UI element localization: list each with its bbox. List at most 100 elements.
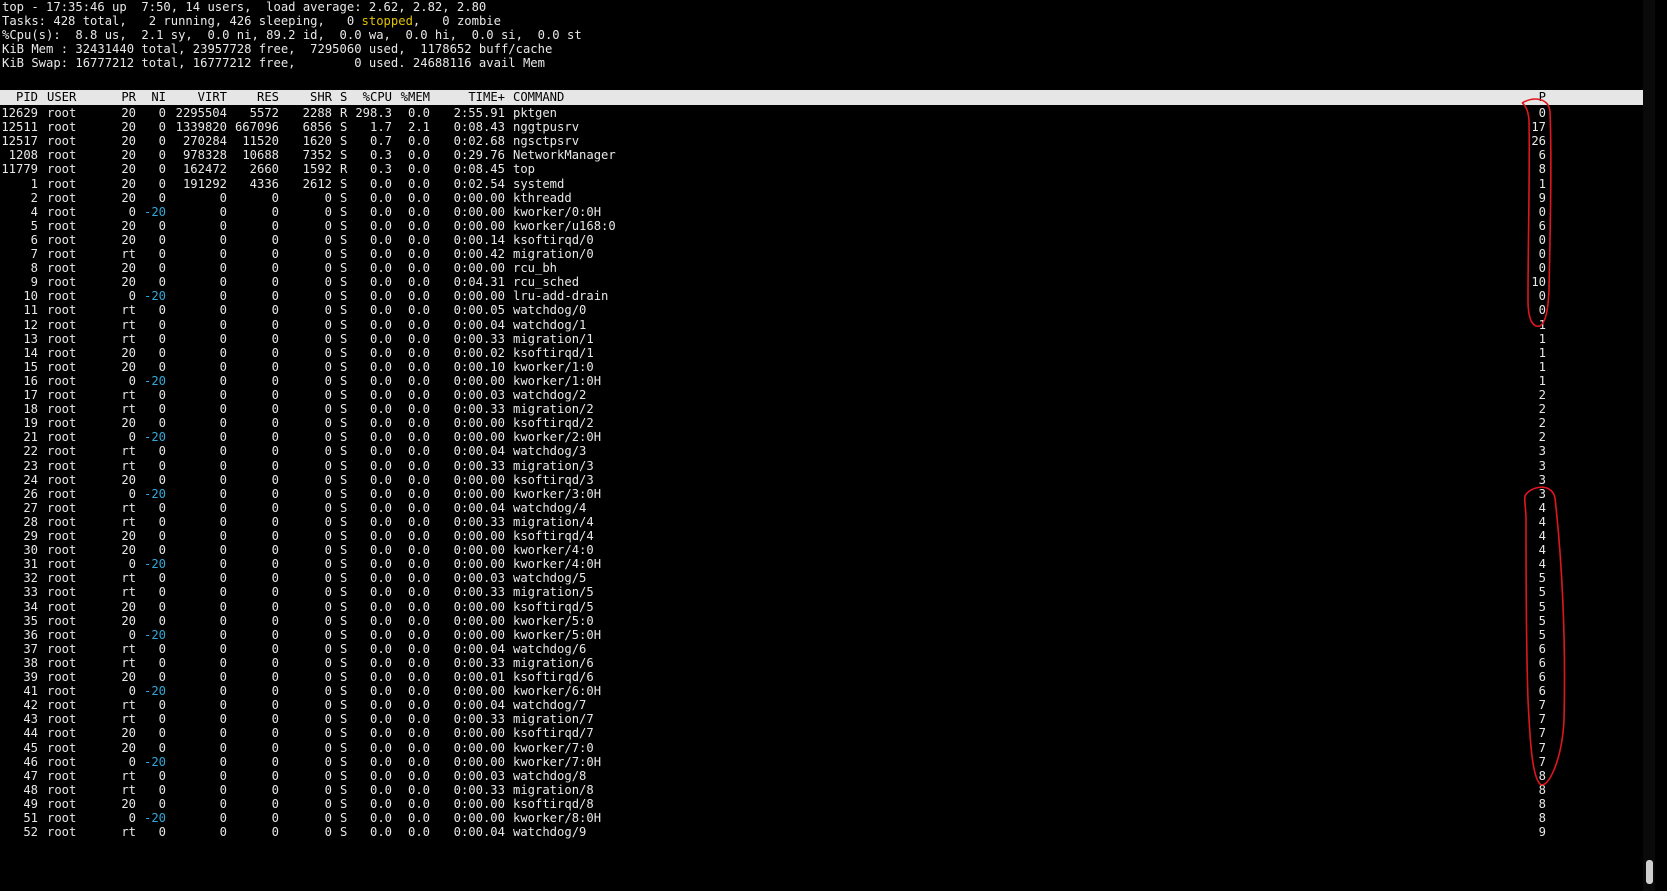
process-row[interactable]: 1 root 20 0 191292 4336 2612 S 0.0 0.0 0:02.54 syst… xyxy=(0,177,1655,192)
process-row[interactable]: 49 root 20 0 0 0 0 S 0.0 0.0 0:00.00 ksoftirqd/8 8 xyxy=(0,797,1655,812)
process-row[interactable]: 43 root rt 0 0 0 0 S 0.0 0.0 0:00.33 migration/7 7 xyxy=(0,712,1655,727)
process-row[interactable]: 23 root rt 0 0 0 0 S 0.0 0.0 0:00.33 migration/3 3 xyxy=(0,459,1655,474)
process-row[interactable]: 47 root rt 0 0 0 0 S 0.0 0.0 0:00.03 watchdog/8 8 xyxy=(0,769,1655,784)
cell-user: root xyxy=(47,543,77,558)
process-row[interactable]: 12517 root 20 0 270284 11520 1620 S 0.7 0.0 0:02.6… xyxy=(0,134,1655,149)
process-row[interactable]: 29 root 20 0 0 0 0 S 0.0 0.0 0:00.00 ksoftirqd/4 4 xyxy=(0,529,1655,544)
cell-cpu: 0.0 xyxy=(369,825,392,840)
process-row[interactable]: 42 root rt 0 0 0 0 S 0.0 0.0 0:00.04 watchdog/7 7 xyxy=(0,698,1655,713)
process-row[interactable]: 5 root 20 0 0 0 0 S 0.0 0.0 0:00.00 kworker/u168:0 6 xyxy=(0,219,1655,234)
process-row[interactable]: 27 root rt 0 0 0 0 S 0.0 0.0 0:00.04 watchdog/4 4 xyxy=(0,501,1655,516)
cell-processor: 7 xyxy=(1538,754,1546,769)
process-row[interactable]: 12629 root 20 0 2295504 5572 2288 R 298.3 0.0 2:55… xyxy=(0,106,1655,121)
process-row[interactable]: 12 root rt 0 0 0 0 S 0.0 0.0 0:00.04 watchdog/1 1 xyxy=(0,318,1655,333)
process-row[interactable]: 7 root rt 0 0 0 0 S 0.0 0.0 0:00.42 migration/0 0 xyxy=(0,247,1655,262)
cell-res: 0 xyxy=(271,627,279,642)
process-row[interactable]: 24 root 20 0 0 0 0 S 0.0 0.0 0:00.00 ksoftirqd/3 3 xyxy=(0,473,1655,488)
process-row[interactable]: 12511 root 20 0 1339820 667096 6856 S 1.7 2.1 0:08… xyxy=(0,120,1655,135)
process-row[interactable]: 51 root 0 -20 0 0 0 S 0.0 0.0 0:00.00 kworker/8:0H 8 xyxy=(0,811,1655,826)
cell-state: S xyxy=(340,430,348,445)
process-row[interactable]: 34 root 20 0 0 0 0 S 0.0 0.0 0:00.00 ksoftirqd/5 5 xyxy=(0,600,1655,615)
column-header-user[interactable]: USER xyxy=(47,90,76,105)
cell-pid: 24 xyxy=(23,472,38,487)
cell-pid: 47 xyxy=(23,768,38,783)
process-row[interactable]: 16 root 0 -20 0 0 0 S 0.0 0.0 0:00.00 kworker/1:0H 1 xyxy=(0,374,1655,389)
process-row[interactable]: 17 root rt 0 0 0 0 S 0.0 0.0 0:00.03 watchdog/2 2 xyxy=(0,388,1655,403)
process-row[interactable]: 37 root rt 0 0 0 0 S 0.0 0.0 0:00.04 watchdog/6 6 xyxy=(0,642,1655,657)
cell-user: root xyxy=(47,599,77,614)
process-row[interactable]: 6 root 20 0 0 0 0 S 0.0 0.0 0:00.14 ksoftirqd/0 0 xyxy=(0,233,1655,248)
terminal-window[interactable]: top - 17:35:46 up 7:50, 14 users, load a… xyxy=(0,0,1655,891)
process-row[interactable]: 13 root rt 0 0 0 0 S 0.0 0.0 0:00.33 migration/1 1 xyxy=(0,332,1655,347)
process-row[interactable]: 48 root rt 0 0 0 0 S 0.0 0.0 0:00.33 migration/8 8 xyxy=(0,783,1655,798)
cell-ni: 0 xyxy=(158,162,166,177)
cell-ni: -20 xyxy=(143,430,166,445)
cell-mem: 0.0 xyxy=(407,148,430,163)
column-header-time[interactable]: TIME+ xyxy=(468,90,505,105)
cell-mem: 0.0 xyxy=(407,458,430,473)
column-header-processor[interactable]: P xyxy=(1539,90,1546,105)
cell-command: rcu_sched xyxy=(513,275,580,290)
column-header-state[interactable]: S xyxy=(340,90,347,105)
cell-time: 0:00.00 xyxy=(453,472,505,487)
scrollbar-thumb[interactable] xyxy=(1646,860,1653,884)
summary-swap-line: KiB Swap: 16777212 total, 16777212 free,… xyxy=(2,56,545,70)
process-row[interactable]: 26 root 0 -20 0 0 0 S 0.0 0.0 0:00.00 kworker/3:0H 3 xyxy=(0,487,1655,502)
cell-ni: 0 xyxy=(158,402,166,417)
column-header-virt[interactable]: VIRT xyxy=(198,90,227,105)
process-row[interactable]: 19 root 20 0 0 0 0 S 0.0 0.0 0:00.00 ksoftirqd/2 2 xyxy=(0,416,1655,431)
cell-command: ksoftirqd/4 xyxy=(513,529,594,543)
cell-time: 0:00.14 xyxy=(453,232,505,247)
process-row[interactable]: 45 root 20 0 0 0 0 S 0.0 0.0 0:00.00 kworker/7:0 7 xyxy=(0,741,1655,756)
column-header-pid[interactable]: PID xyxy=(16,90,38,105)
cell-pid: 17 xyxy=(23,388,38,402)
cell-mem: 0.0 xyxy=(407,331,430,346)
process-row[interactable]: 28 root rt 0 0 0 0 S 0.0 0.0 0:00.33 migration/4 4 xyxy=(0,515,1655,530)
process-row[interactable]: 18 root rt 0 0 0 0 S 0.0 0.0 0:00.33 migration/2 2 xyxy=(0,402,1655,417)
process-row[interactable]: 14 root 20 0 0 0 0 S 0.0 0.0 0:00.02 ksoftirqd/1 1 xyxy=(0,346,1655,361)
cell-cpu: 0.0 xyxy=(369,500,392,515)
column-header-shr[interactable]: SHR xyxy=(310,90,332,105)
cell-virt: 0 xyxy=(219,768,227,783)
cell-time: 0:00.00 xyxy=(453,486,505,501)
process-row[interactable]: 31 root 0 -20 0 0 0 S 0.0 0.0 0:00.00 kworker/4:0H 4 xyxy=(0,557,1655,572)
cell-shr: 1592 xyxy=(302,162,332,177)
process-row[interactable]: 52 root rt 0 0 0 0 S 0.0 0.0 0:00.04 watchdog/9 9 xyxy=(0,825,1655,840)
process-row[interactable]: 39 root 20 0 0 0 0 S 0.0 0.0 0:00.01 ksoftirqd/6 6 xyxy=(0,670,1655,685)
cell-cpu: 0.0 xyxy=(369,514,392,529)
process-row[interactable]: 4 root 0 -20 0 0 0 S 0.0 0.0 0:00.00 kworker/0:0H 0 xyxy=(0,205,1655,220)
process-row[interactable]: 32 root rt 0 0 0 0 S 0.0 0.0 0:00.03 watchdog/5 5 xyxy=(0,571,1655,586)
column-header-mem[interactable]: %MEM xyxy=(401,90,430,105)
cell-processor: 0 xyxy=(1538,303,1546,318)
cell-res: 0 xyxy=(271,655,279,670)
column-header-pr[interactable]: PR xyxy=(121,90,136,105)
cell-processor: 6 xyxy=(1538,148,1546,163)
process-row[interactable]: 36 root 0 -20 0 0 0 S 0.0 0.0 0:00.00 kworker/5:0H 5 xyxy=(0,628,1655,643)
process-row[interactable]: 30 root 20 0 0 0 0 S 0.0 0.0 0:00.00 kworker/4:0 4 xyxy=(0,543,1655,558)
column-header-cpu[interactable]: %CPU xyxy=(363,90,392,105)
process-row[interactable]: 11779 root 20 0 162472 2660 1592 R 0.3 0.0 0:08.45… xyxy=(0,162,1655,177)
process-row[interactable]: 22 root rt 0 0 0 0 S 0.0 0.0 0:00.04 watchdog/3 3 xyxy=(0,444,1655,459)
cell-time: 0:02.68 xyxy=(453,134,505,149)
process-row[interactable]: 11 root rt 0 0 0 0 S 0.0 0.0 0:00.05 watchdog/0 0 xyxy=(0,303,1655,318)
process-row[interactable]: 9 root 20 0 0 0 0 S 0.0 0.0 0:04.31 rcu_sched 10 xyxy=(0,275,1655,290)
process-row[interactable]: 15 root 20 0 0 0 0 S 0.0 0.0 0:00.10 kworker/1:0 1 xyxy=(0,360,1655,375)
column-header-ni[interactable]: NI xyxy=(151,90,166,105)
column-header-res[interactable]: RES xyxy=(257,90,279,105)
cell-res: 0 xyxy=(271,557,279,572)
column-header-command[interactable]: COMMAND xyxy=(513,90,564,105)
process-row[interactable]: 41 root 0 -20 0 0 0 S 0.0 0.0 0:00.00 kworker/6:0H 6 xyxy=(0,684,1655,699)
scrollbar[interactable] xyxy=(1643,0,1655,891)
process-row[interactable]: 33 root rt 0 0 0 0 S 0.0 0.0 0:00.33 migration/5 5 xyxy=(0,585,1655,600)
cell-res: 0 xyxy=(271,345,279,360)
process-row[interactable]: 35 root 20 0 0 0 0 S 0.0 0.0 0:00.00 kworker/5:0 5 xyxy=(0,614,1655,629)
process-row[interactable]: 38 root rt 0 0 0 0 S 0.0 0.0 0:00.33 migration/6 6 xyxy=(0,656,1655,671)
process-row[interactable]: 44 root 20 0 0 0 0 S 0.0 0.0 0:00.00 ksoftirqd/7 7 xyxy=(0,726,1655,741)
process-row[interactable]: 1208 root 20 0 978328 10688 7352 S 0.3 0.0 0:29.76… xyxy=(0,148,1655,163)
cell-pr: 20 xyxy=(121,261,136,276)
process-row[interactable]: 2 root 20 0 0 0 0 S 0.0 0.0 0:00.00 kthreadd 9 xyxy=(0,191,1655,206)
process-row[interactable]: 46 root 0 -20 0 0 0 S 0.0 0.0 0:00.00 kworker/7:0H 7 xyxy=(0,755,1655,770)
process-row[interactable]: 21 root 0 -20 0 0 0 S 0.0 0.0 0:00.00 kworker/2:0H 2 xyxy=(0,430,1655,445)
process-row[interactable]: 10 root 0 -20 0 0 0 S 0.0 0.0 0:00.00 lru-add-drain… xyxy=(0,289,1655,304)
process-row[interactable]: 8 root 20 0 0 0 0 S 0.0 0.0 0:00.00 rcu_bh 0 xyxy=(0,261,1655,276)
